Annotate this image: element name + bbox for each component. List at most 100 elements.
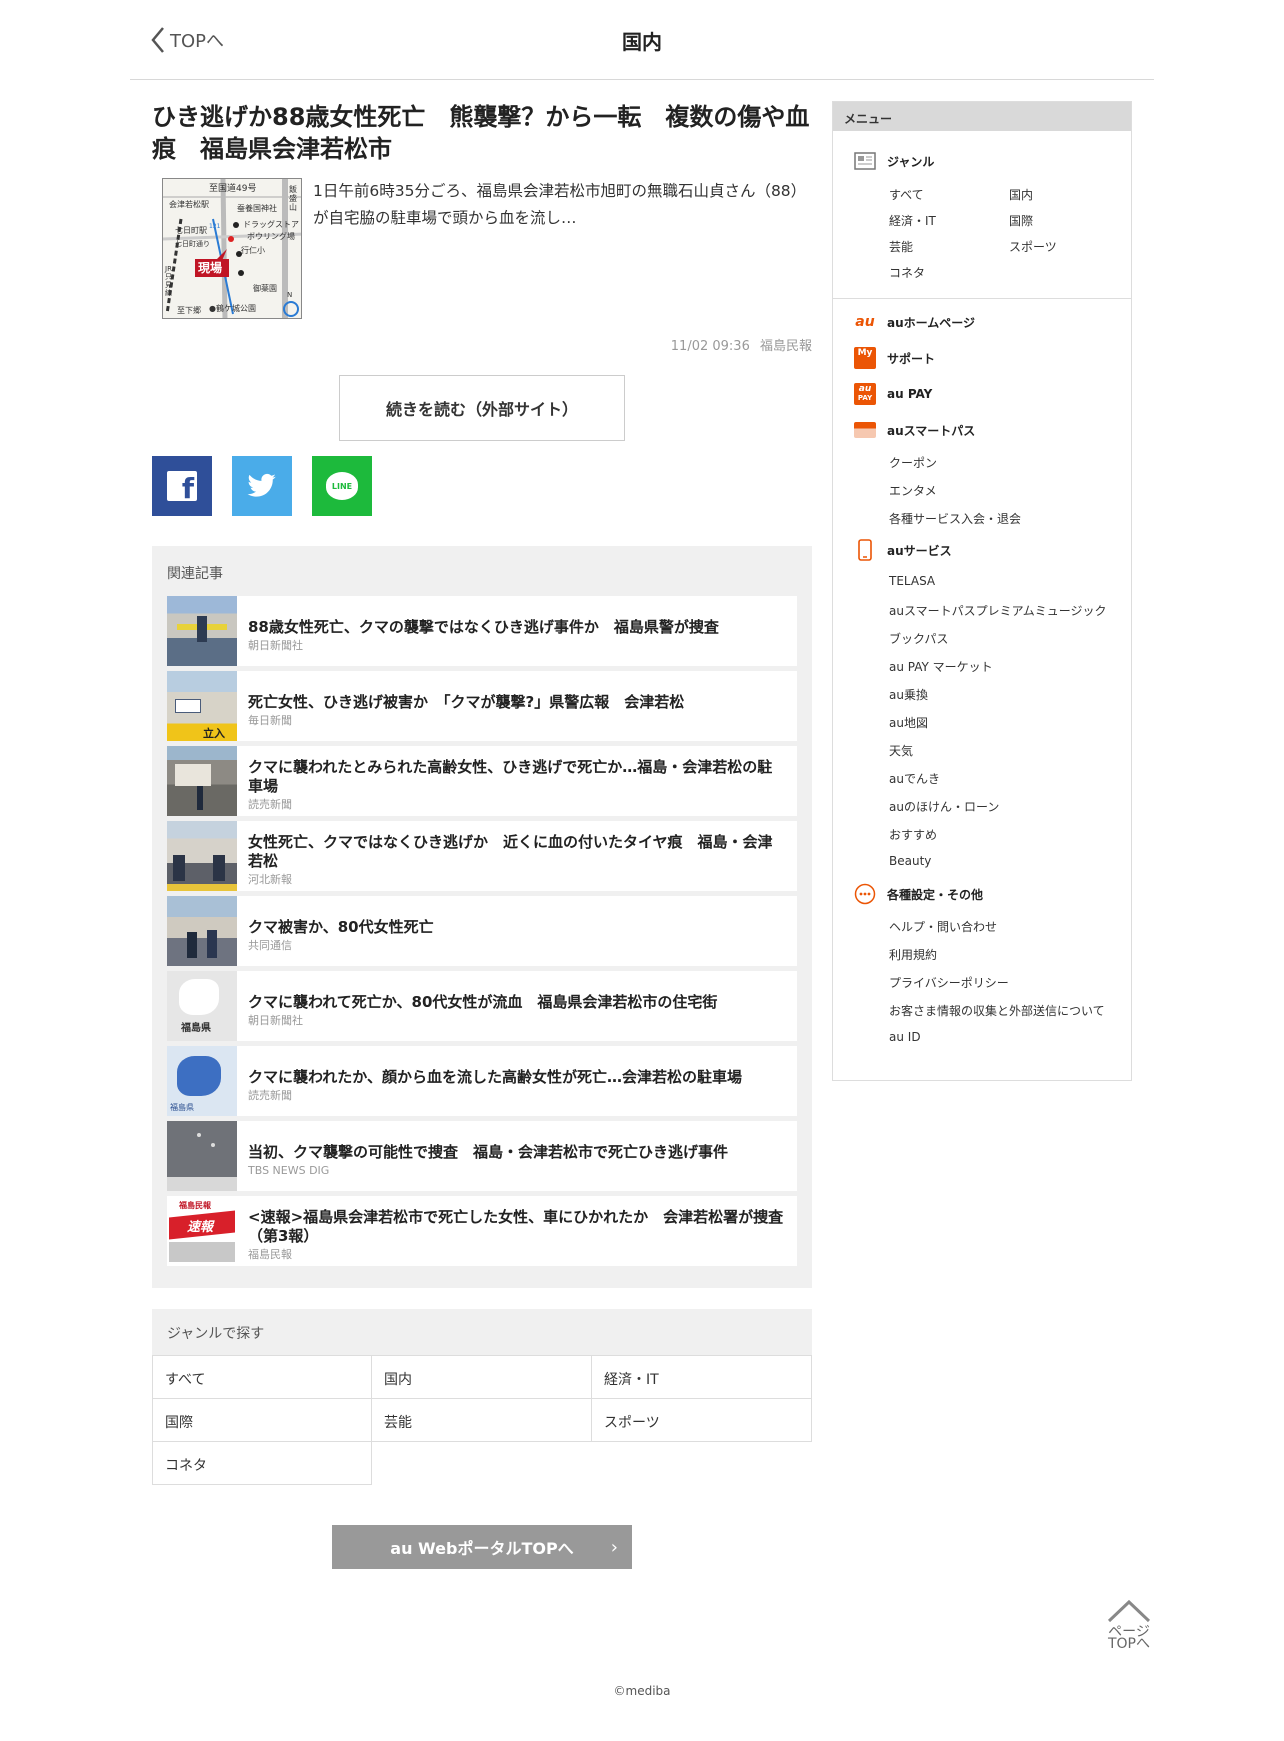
genre-cell-all[interactable]: すべて <box>152 1355 372 1399</box>
article-map-image[interactable]: 至国道49号 会津若松駅 蚕養国神社 ドラッグストア ボウリング場 行仁小 七日… <box>162 178 302 319</box>
article-meta: 11/02 09:36 福島民報 <box>560 335 812 354</box>
related-list: 88歳女性死亡、クマの襲撃ではなくひき逃げ事件か 福島県警が捜査 朝日新聞社 立入… <box>167 596 797 1271</box>
related-thumb-image: 立入 <box>167 671 237 741</box>
sidebar-link-transit[interactable]: au乗換 <box>889 686 928 703</box>
sidebar-link-external-transmission[interactable]: お客さま情報の収集と外部送信について <box>889 1002 1105 1019</box>
sidebar-support-label: サポート <box>887 351 936 366</box>
genre-cell-entertainment[interactable]: 芸能 <box>371 1398 592 1442</box>
portal-top-button[interactable]: au WebポータルTOPへ › <box>332 1525 632 1569</box>
related-thumb-image: 福島民報 速報 <box>167 1196 237 1266</box>
related-title: クマに襲われたか、顔から血を流した高齢女性が死亡…会津若松の駐車場 <box>248 1067 742 1086</box>
related-thumb-image <box>167 1121 237 1191</box>
page-top-button[interactable]: ページ TOPへ <box>1100 1598 1158 1664</box>
article-source: 福島民報 <box>759 339 812 354</box>
sidebar-link-telasa[interactable]: TELASA <box>889 574 935 588</box>
facebook-share-button[interactable]: f <box>152 456 212 516</box>
related-item[interactable]: 当初、クマ襲撃の可能性で捜査 福島・会津若松市で死亡ひき逃げ事件 TBS NEWS… <box>167 1121 797 1191</box>
sidebar-au-home[interactable]: au auホームページ <box>853 311 975 333</box>
map-label-route49: 至国道49号 <box>209 184 257 194</box>
related-title: 女性死亡、クマではなくひき逃げか 近くに血の付いたタイヤ痕 福島・会津若松 <box>248 833 773 870</box>
chevron-right-icon: › <box>610 1537 618 1558</box>
sidebar-link-au-id[interactable]: au ID <box>889 1030 921 1044</box>
sidebar-link-entertainment[interactable]: 芸能 <box>889 238 913 255</box>
genre-cell-international[interactable]: 国際 <box>152 1398 372 1442</box>
chevron-up-icon <box>1107 1599 1151 1623</box>
genre-cell-koneta[interactable]: コネタ <box>152 1441 372 1485</box>
sidebar-link-bookpass[interactable]: ブックパス <box>889 630 948 647</box>
sidebar-link-entame[interactable]: エンタメ <box>889 482 937 499</box>
sidebar-link-koneta[interactable]: コネタ <box>889 264 925 281</box>
genre-search-panel: ジャンルで探す すべて 国内 経済・IT 国際 芸能 スポーツ コネタ <box>152 1309 812 1485</box>
related-source: 福島民報 <box>248 1248 292 1261</box>
sidebar-au-service-header: auサービス <box>853 539 952 561</box>
sidebar-link-pay-market[interactable]: au PAY マーケット <box>889 658 993 675</box>
facebook-icon: f <box>167 471 197 505</box>
related-item[interactable]: 女性死亡、クマではなくひき逃げか 近くに血の付いたタイヤ痕 福島・会津若松河北新… <box>167 821 797 891</box>
genre-cell-domestic[interactable]: 国内 <box>371 1355 592 1399</box>
sidebar-smartpass[interactable]: auスマートパス <box>853 419 975 441</box>
related-title: 当初、クマ襲撃の可能性で捜査 福島・会津若松市で死亡ひき逃げ事件 <box>248 1142 729 1161</box>
sidebar-au-pay-label: au PAY <box>887 387 933 401</box>
related-title: クマ被害か、80代女性死亡 <box>248 917 434 936</box>
sidebar-settings-label: 各種設定・その他 <box>887 887 984 902</box>
sidebar-link-recommend[interactable]: おすすめ <box>889 826 937 843</box>
related-thumb-text: 速報 <box>187 1220 214 1235</box>
line-icon: LINE <box>326 472 358 500</box>
related-item[interactable]: 福島県 クマに襲われたか、顔から血を流した高齢女性が死亡…会津若松の駐車場 読売新… <box>167 1046 797 1116</box>
line-share-button[interactable]: LINE <box>312 456 372 516</box>
sidebar-link-coupon[interactable]: クーポン <box>889 454 937 471</box>
sidebar-link-all[interactable]: すべて <box>889 186 924 203</box>
twitter-share-button[interactable] <box>232 456 292 516</box>
sidebar-link-international[interactable]: 国際 <box>1009 212 1033 229</box>
related-source: 朝日新聞社 <box>248 638 303 652</box>
related-thumb-image <box>167 596 237 666</box>
map-label-nanuka-road: 七日町通り <box>175 240 210 248</box>
map-label-drugstore: ドラッグストア <box>243 220 299 229</box>
related-item[interactable]: 福島民報 速報 <速報>福島県会津若松市で死亡した女性、車にひかれたか 会津若松… <box>167 1196 797 1266</box>
sidebar-au-pay[interactable]: au PAY au PAY <box>853 383 932 405</box>
sidebar-link-privacy[interactable]: プライバシーポリシー <box>889 974 1009 991</box>
related-thumb-image: 福島県 <box>167 1046 237 1116</box>
article-headline: ひき逃げか88歳女性死亡 熊襲撃？から一転 複数の傷や血痕 福島県会津若松市 <box>152 103 810 163</box>
sidebar-link-service-join[interactable]: 各種サービス入会・退会 <box>889 510 1021 527</box>
sidebar-link-help[interactable]: ヘルプ・問い合わせ <box>889 918 997 935</box>
page-top-label-2: TOPへ <box>1107 1636 1150 1652</box>
map-label-north: N <box>287 291 293 299</box>
map-label-route121: 121 <box>209 223 221 230</box>
sidebar-link-denki[interactable]: auでんき <box>889 770 940 787</box>
article-datetime: 11/02 09:36 <box>670 339 750 354</box>
related-thumb-text: 福島県 <box>181 1023 211 1034</box>
map-label-school: 行仁小 <box>241 246 265 255</box>
related-source: 河北新報 <box>248 873 292 886</box>
sidebar-divider <box>833 298 1131 299</box>
sidebar-link-domestic[interactable]: 国内 <box>1009 186 1033 203</box>
sidebar-smartpass-label: auスマートパス <box>887 423 976 438</box>
genre-grid: すべて 国内 経済・IT 国際 芸能 スポーツ コネタ <box>152 1355 812 1485</box>
sidebar-link-map[interactable]: au地図 <box>889 714 928 731</box>
sidebar-link-insurance[interactable]: auのほけん・ローン <box>889 798 999 815</box>
sidebar-link-terms[interactable]: 利用規約 <box>889 946 937 963</box>
related-item[interactable]: クマ被害か、80代女性死亡 共同通信 <box>167 896 797 966</box>
sidebar-link-beauty[interactable]: Beauty <box>889 854 931 868</box>
related-item[interactable]: クマに襲われたとみられた高齢女性、ひき逃げで死亡か…福島・会津若松の駐車場 読売新… <box>167 746 797 816</box>
sidebar-link-economy-it[interactable]: 経済・IT <box>889 212 936 229</box>
genre-cell-economy-it[interactable]: 経済・IT <box>591 1355 812 1399</box>
smartpass-icon <box>853 419 877 441</box>
au-pay-icon: au PAY <box>853 383 877 405</box>
sidebar-support[interactable]: My サポート <box>853 347 935 369</box>
sidebar-link-weather[interactable]: 天気 <box>889 742 913 759</box>
sidebar-link-premium-music[interactable]: auスマートパスプレミアムミュージック <box>889 602 1107 619</box>
read-more-button[interactable]: 続きを読む（外部サイト） <box>339 375 625 441</box>
genre-cell-sports[interactable]: スポーツ <box>591 1398 812 1442</box>
article-summary: 1日午前6時35分ごろ、福島県会津若松市旭町の無職石山貞さん（88）が自宅脇の駐… <box>313 182 807 227</box>
sidebar-au-service-label: auサービス <box>887 543 952 558</box>
related-source: 毎日新聞 <box>248 713 292 727</box>
map-label-nanuka: 七日町駅 <box>175 226 207 235</box>
related-item[interactable]: 立入 死亡女性、ひき逃げ被害か 「クマが襲撃?」県警広報 会津若松 毎日新聞 <box>167 671 797 741</box>
my-au-icon: My <box>853 347 877 369</box>
au-logo-icon: au <box>855 314 875 330</box>
related-articles-panel: 関連記事 88歳女性死亡、クマの襲撃ではなくひき逃げ事件か 福島県警が捜査 朝日新… <box>152 546 812 1288</box>
related-item[interactable]: 88歳女性死亡、クマの襲撃ではなくひき逃げ事件か 福島県警が捜査 朝日新聞社 <box>167 596 797 666</box>
related-item[interactable]: 福島県 クマに襲われて死亡か、80代女性が流血 福島県会津若松市の住宅街 朝日新聞… <box>167 971 797 1041</box>
sidebar-link-sports[interactable]: スポーツ <box>1009 238 1057 255</box>
